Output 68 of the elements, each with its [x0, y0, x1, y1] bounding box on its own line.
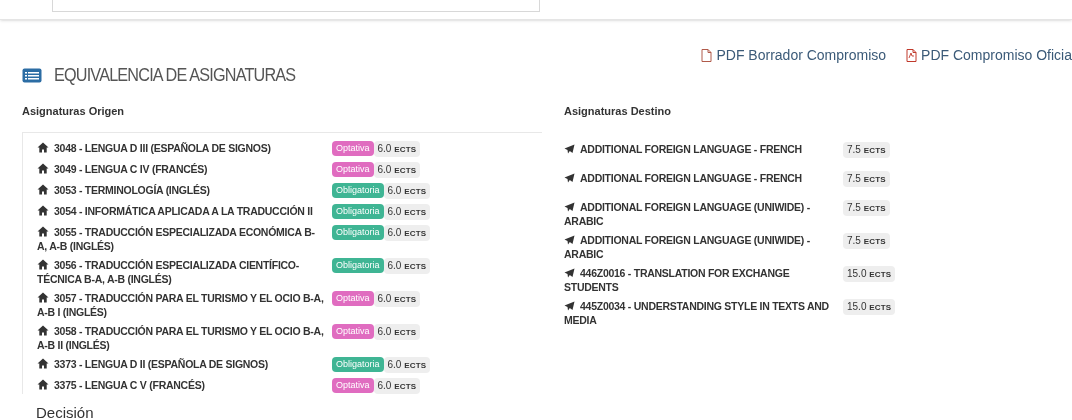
- destination-course: ADDITIONAL FOREIGN LANGUAGE - FRENCH: [564, 171, 802, 184]
- home-icon: [37, 162, 49, 174]
- home-icon: [37, 183, 49, 195]
- paper-plane-icon: [564, 201, 575, 212]
- origin-course: 3375 - LENGUA C V (FRANCÉS): [37, 378, 205, 391]
- origin-course: 3053 - TERMINOLOGÍA (INGLÉS): [37, 183, 210, 196]
- origin-course: 3054 - INFORMÁTICA APLICADA A LA TRADUCCIÓN II: [37, 204, 313, 217]
- credits-badge: 6.0 ECTS: [373, 323, 421, 340]
- credits-badge: 6.0 ECTS: [373, 161, 421, 178]
- file-icon: [701, 49, 713, 62]
- origin-course: 3056 - TRADUCCIÓN ESPECIALIZADA CIENTÍFICO-TÉCNICA B-A, A-B (INGLÉS): [37, 258, 299, 285]
- credits-badge: 6.0 ECTS: [383, 182, 431, 199]
- credits-badge: 15.0 ECTS: [843, 298, 896, 315]
- column-heading: Asignaturas Destino: [564, 104, 672, 119]
- credits-badge: 6.0 ECTS: [373, 290, 421, 307]
- input-field[interactable]: [52, 0, 540, 12]
- origin-course: 3058 - TRADUCCIÓN PARA EL TURISMO Y EL OCIO B-A, A-B II (INGLÉS): [37, 324, 324, 351]
- credits-badge: 15.0 ECTS: [843, 265, 896, 282]
- course-type-badge: Obligatoria: [332, 182, 384, 198]
- home-icon: [37, 141, 49, 153]
- paper-plane-icon: [564, 143, 575, 154]
- paper-plane-icon: [564, 234, 575, 245]
- credits-badge: 7.5 ECTS: [843, 232, 890, 249]
- credits-badge: 6.0 ECTS: [373, 377, 421, 394]
- origin-course: 3049 - LENGUA C IV (FRANCÉS): [37, 162, 208, 175]
- credits-badge: 7.5 ECTS: [843, 199, 890, 216]
- course-type-badge: Optativa: [332, 323, 374, 339]
- course-type-badge: Obligatoria: [332, 224, 384, 240]
- credits-badge: 6.0 ECTS: [373, 140, 421, 157]
- destination-course: ADDITIONAL FOREIGN LANGUAGE (UNIWIDE) - ARABIC: [564, 233, 810, 260]
- credits-badge: 6.0 ECTS: [383, 224, 431, 241]
- list-icon: [22, 68, 42, 83]
- home-icon: [37, 378, 49, 390]
- credits-badge: 6.0 ECTS: [383, 203, 431, 220]
- home-icon: [37, 258, 49, 270]
- home-icon: [37, 204, 49, 216]
- home-icon: [37, 225, 49, 237]
- section-heading: Decisión: [35, 403, 95, 420]
- course-type-badge: Optativa: [332, 140, 374, 156]
- course-type-badge: Obligatoria: [332, 203, 384, 219]
- paper-plane-icon: [564, 172, 575, 183]
- course-type-badge: Obligatoria: [332, 356, 384, 372]
- origin-course: 3373 - LENGUA D II (ESPAÑOLA DE SIGNOS): [37, 357, 268, 370]
- paper-plane-icon: [564, 300, 575, 311]
- paper-plane-icon: [564, 267, 575, 278]
- course-type-badge: Optativa: [332, 290, 374, 306]
- origin-course: 3055 - TRADUCCIÓN ESPECIALIZADA ECONÓMICA B-A, A-B (INGLÉS): [37, 225, 315, 252]
- pdf-link[interactable]: PDF Borrador Compromiso: [701, 45, 887, 66]
- course-type-badge: Optativa: [332, 377, 374, 393]
- column-heading: Asignaturas Origen: [22, 104, 126, 119]
- credits-badge: 7.5 ECTS: [843, 170, 890, 187]
- course-type-badge: Obligatoria: [332, 257, 384, 273]
- home-icon: [37, 357, 49, 369]
- pdf-file-icon: [906, 49, 918, 62]
- origin-course: 3048 - LENGUA D III (ESPAÑOLA DE SIGNOS): [37, 141, 271, 154]
- credits-badge: 7.5 ECTS: [843, 141, 890, 158]
- section-title: EQUIVALENCIA DE ASIGNATURAS: [54, 64, 296, 87]
- destination-course: ADDITIONAL FOREIGN LANGUAGE - FRENCH: [564, 142, 802, 155]
- origin-course: 3057 - TRADUCCIÓN PARA EL TURISMO Y EL OCIO B-A, A-B I (INGLÉS): [37, 291, 324, 318]
- course-type-badge: Optativa: [332, 161, 374, 177]
- credits-badge: 6.0 ECTS: [383, 356, 431, 373]
- home-icon: [37, 291, 49, 303]
- pdf-link[interactable]: PDF Compromiso Oficia: [906, 45, 1072, 66]
- home-icon: [37, 324, 49, 336]
- credits-badge: 6.0 ECTS: [383, 257, 431, 274]
- destination-course: 445Z0034 - UNDERSTANDING STYLE IN TEXTS AND MEDIA: [564, 299, 829, 326]
- destination-course: 446Z0016 - TRANSLATION FOR EXCHANGE STUDENTS: [564, 266, 790, 293]
- destination-course: ADDITIONAL FOREIGN LANGUAGE (UNIWIDE) - ARABIC: [564, 200, 810, 227]
